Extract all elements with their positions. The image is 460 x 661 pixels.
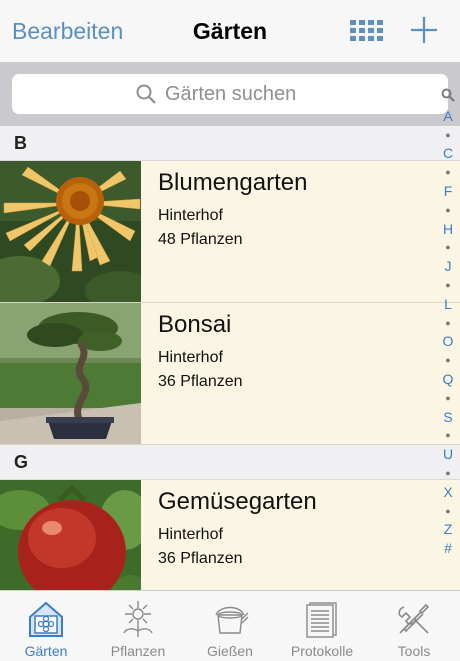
log-icon bbox=[306, 602, 337, 638]
section-index[interactable]: A ● C ● F ● H ● J ● L ● O ● Q ● S ● U ● … bbox=[438, 88, 458, 558]
garden-icon bbox=[29, 601, 63, 637]
garden-name: Bonsai bbox=[158, 311, 232, 338]
index-dot: ● bbox=[445, 129, 451, 140]
tab-label: Tools bbox=[397, 643, 431, 659]
search-bar bbox=[0, 63, 460, 126]
index-letter[interactable]: X bbox=[438, 483, 458, 502]
index-dot: ● bbox=[445, 392, 451, 403]
index-dot: ● bbox=[445, 279, 451, 290]
index-letter[interactable]: L bbox=[438, 295, 458, 314]
index-dot: ● bbox=[445, 355, 451, 366]
index-letter[interactable]: # bbox=[438, 539, 458, 558]
index-letter[interactable]: Z bbox=[438, 520, 458, 539]
section-header-b: B bbox=[0, 126, 460, 161]
watering-can-icon bbox=[215, 606, 249, 634]
plant-icon bbox=[123, 601, 153, 637]
plant-count: 36 Pflanzen bbox=[158, 550, 243, 567]
index-dot: ● bbox=[445, 317, 451, 328]
index-letter[interactable]: F bbox=[438, 182, 458, 201]
tab-label: Gießen bbox=[207, 643, 253, 659]
plant-count: 48 Pflanzen bbox=[158, 231, 243, 248]
section-header-g: G bbox=[0, 445, 460, 480]
index-dot: ● bbox=[445, 505, 451, 516]
tomato-photo bbox=[0, 480, 141, 590]
index-letter[interactable]: U bbox=[438, 445, 458, 464]
bonsai-photo bbox=[0, 303, 141, 444]
index-letter[interactable]: H bbox=[438, 220, 458, 239]
search-field[interactable] bbox=[12, 74, 448, 114]
garden-name: Blumengarten bbox=[158, 169, 308, 196]
tab-protokolle[interactable]: Protokolle bbox=[276, 591, 368, 661]
index-letter[interactable]: J bbox=[438, 257, 458, 276]
index-search-icon[interactable] bbox=[438, 88, 458, 107]
page-title: Gärten bbox=[192, 18, 268, 44]
search-input[interactable] bbox=[165, 82, 325, 106]
index-dot: ● bbox=[445, 167, 451, 178]
index-letter[interactable]: C bbox=[438, 144, 458, 163]
navigation-bar: Bearbeiten Gärten bbox=[0, 0, 460, 63]
index-dot: ● bbox=[445, 242, 451, 253]
garden-list: B Blumengarten Hinterhof 48 Pflanzen Bon… bbox=[0, 126, 460, 590]
index-dot: ● bbox=[445, 204, 451, 215]
list-item[interactable]: Gemüsegarten Hinterhof 36 Pflanzen bbox=[0, 480, 460, 590]
grid-view-icon[interactable] bbox=[350, 20, 384, 42]
index-dot: ● bbox=[445, 430, 451, 441]
tab-pflanzen[interactable]: Pflanzen bbox=[92, 591, 184, 661]
tools-icon bbox=[398, 603, 430, 634]
index-letter[interactable]: O bbox=[438, 332, 458, 351]
index-letter[interactable]: A bbox=[438, 107, 458, 126]
search-icon bbox=[136, 84, 156, 104]
garden-name: Gemüsegarten bbox=[158, 488, 317, 515]
add-garden-icon[interactable] bbox=[409, 15, 439, 45]
tab-tools[interactable]: Tools bbox=[368, 591, 460, 661]
flower-photo bbox=[0, 161, 141, 302]
tab-gaerten[interactable]: Gärten bbox=[0, 591, 92, 661]
garden-location: Hinterhof bbox=[158, 207, 223, 224]
garden-location: Hinterhof bbox=[158, 349, 223, 366]
plant-count: 36 Pflanzen bbox=[158, 373, 243, 390]
index-letter[interactable]: Q bbox=[438, 370, 458, 389]
garden-location: Hinterhof bbox=[158, 526, 223, 543]
index-dot: ● bbox=[445, 467, 451, 478]
list-item[interactable]: Bonsai Hinterhof 36 Pflanzen bbox=[0, 303, 460, 445]
tab-label: Pflanzen bbox=[110, 643, 166, 659]
tab-giessen[interactable]: Gießen bbox=[184, 591, 276, 661]
index-letter[interactable]: S bbox=[438, 408, 458, 427]
tab-bar: Gärten Pflanzen Gießen Protokolle Tools bbox=[0, 590, 460, 661]
edit-button[interactable]: Bearbeiten bbox=[12, 18, 123, 45]
tab-label: Gärten bbox=[24, 643, 68, 659]
list-item[interactable]: Blumengarten Hinterhof 48 Pflanzen bbox=[0, 161, 460, 303]
tab-label: Protokolle bbox=[290, 643, 354, 659]
